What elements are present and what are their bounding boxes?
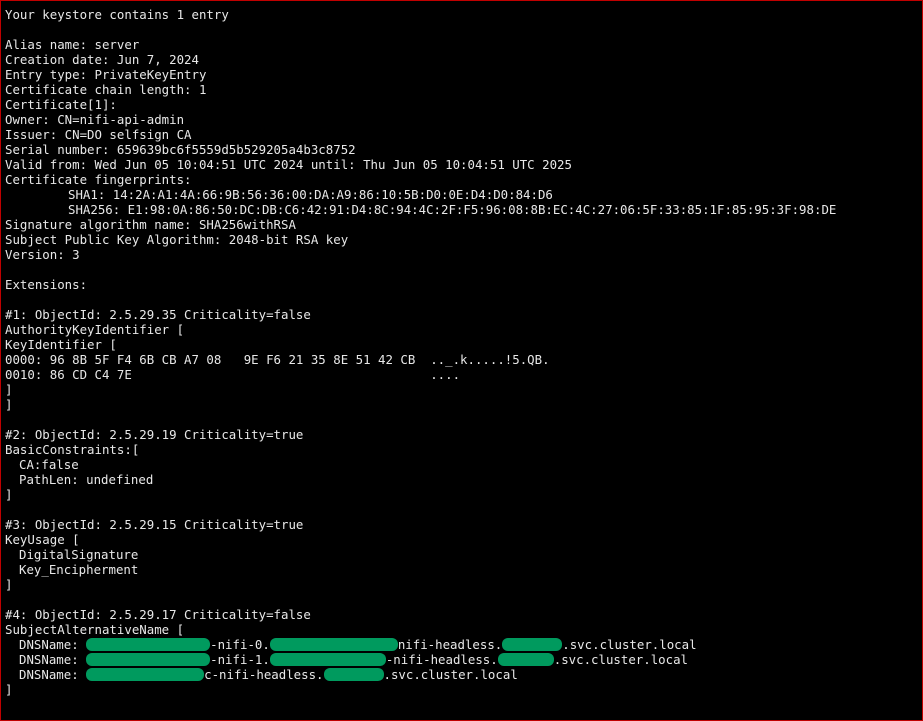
output-line: #4: ObjectId: 2.5.29.17 Criticality=fals… bbox=[5, 607, 311, 622]
output-line: DigitalSignature bbox=[19, 547, 139, 562]
output-line: #1: ObjectId: 2.5.29.35 Criticality=fals… bbox=[5, 307, 311, 322]
output-line: #2: ObjectId: 2.5.29.19 Criticality=true bbox=[5, 427, 304, 442]
output-line: Signature algorithm name: SHA256withRSA bbox=[5, 217, 296, 232]
dns-label: DNSName: bbox=[19, 637, 87, 652]
output-line: Owner: CN=nifi-api-admin bbox=[5, 112, 185, 127]
output-line: Subject Public Key Algorithm: 2048-bit R… bbox=[5, 232, 349, 247]
output-line: AuthorityKeyIdentifier [ bbox=[5, 322, 185, 337]
redaction-mark bbox=[86, 652, 211, 666]
output-line: Extensions: bbox=[5, 277, 88, 292]
output-line: SHA256: E1:98:0A:86:50:DC:DB:C6:42:91:D4… bbox=[68, 202, 837, 217]
output-line: Serial number: 659639bc6f5559d5b529205a4… bbox=[5, 142, 356, 157]
output-line: SHA1: 14:2A:A1:4A:66:9B:56:36:00:DA:A9:8… bbox=[68, 187, 553, 202]
redaction-mark bbox=[497, 652, 554, 666]
redaction-mark bbox=[269, 637, 398, 651]
output-line: Creation date: Jun 7, 2024 bbox=[5, 52, 199, 67]
output-line: Key_Encipherment bbox=[19, 562, 139, 577]
output-line: 0000: 96 8B 5F F4 6B CB A7 08 9E F6 21 3… bbox=[5, 352, 550, 367]
dns-label: DNSName: bbox=[19, 667, 87, 682]
dns-text: .svc.cluster.local bbox=[553, 652, 689, 667]
dns-text: -nifi-0. bbox=[210, 637, 270, 652]
output-line: CA:false bbox=[19, 457, 79, 472]
output-line: ] bbox=[5, 682, 13, 697]
dns-text: -nifi-headless. bbox=[385, 652, 498, 667]
redaction-mark bbox=[323, 667, 384, 681]
output-line: KeyIdentifier [ bbox=[5, 337, 117, 352]
output-line: Certificate chain length: 1 bbox=[5, 82, 207, 97]
output-line: Certificate fingerprints: bbox=[5, 172, 192, 187]
output-line: #3: ObjectId: 2.5.29.15 Criticality=true bbox=[5, 517, 304, 532]
output-line: KeyUsage [ bbox=[5, 532, 80, 547]
output-line: Version: 3 bbox=[5, 247, 80, 262]
dns-text: -nifi-1. bbox=[210, 652, 270, 667]
output-line: BasicConstraints:[ bbox=[5, 442, 140, 457]
output-line: Your keystore contains 1 entry bbox=[5, 7, 229, 22]
dns-name-line: DNSName: c-nifi-headless. .svc.cluster.lo… bbox=[5, 667, 836, 682]
dns-text: c-nifi-headless. bbox=[204, 667, 324, 682]
redaction-mark bbox=[502, 637, 563, 651]
output-line: ] bbox=[5, 397, 13, 412]
output-line: ] bbox=[5, 577, 13, 592]
output-line: Valid from: Wed Jun 05 10:04:51 UTC 2024… bbox=[5, 157, 572, 172]
redaction-mark bbox=[269, 652, 386, 666]
redaction-mark bbox=[86, 637, 211, 651]
dns-text: .svc.cluster.local bbox=[562, 637, 697, 652]
output-line: PathLen: undefined bbox=[19, 472, 154, 487]
output-line: ] bbox=[5, 487, 13, 502]
dns-name-line: DNSName: -nifi-0. nifi-headless. .svc.clus… bbox=[5, 637, 836, 652]
output-line: Issuer: CN=DO selfsign CA bbox=[5, 127, 192, 142]
dns-text: nifi-headless. bbox=[397, 637, 503, 652]
terminal-window: Your keystore contains 1 entry Alias nam… bbox=[0, 0, 923, 721]
output-line: 0010: 86 CD C4 7E .... bbox=[5, 367, 461, 382]
redaction-mark bbox=[86, 667, 205, 681]
output-line: ] bbox=[5, 382, 13, 397]
dns-text: .svc.cluster.local bbox=[383, 667, 518, 682]
dns-label: DNSName: bbox=[19, 652, 87, 667]
output-line: SubjectAlternativeName [ bbox=[5, 622, 185, 637]
terminal-output: Your keystore contains 1 entry Alias nam… bbox=[5, 7, 836, 697]
output-line: Entry type: PrivateKeyEntry bbox=[5, 67, 207, 82]
dns-name-line: DNSName: -nifi-1. -nifi-headless. .svc.clu… bbox=[5, 652, 836, 667]
output-line: Certificate[1]: bbox=[5, 97, 117, 112]
output-line: Alias name: server bbox=[5, 37, 140, 52]
